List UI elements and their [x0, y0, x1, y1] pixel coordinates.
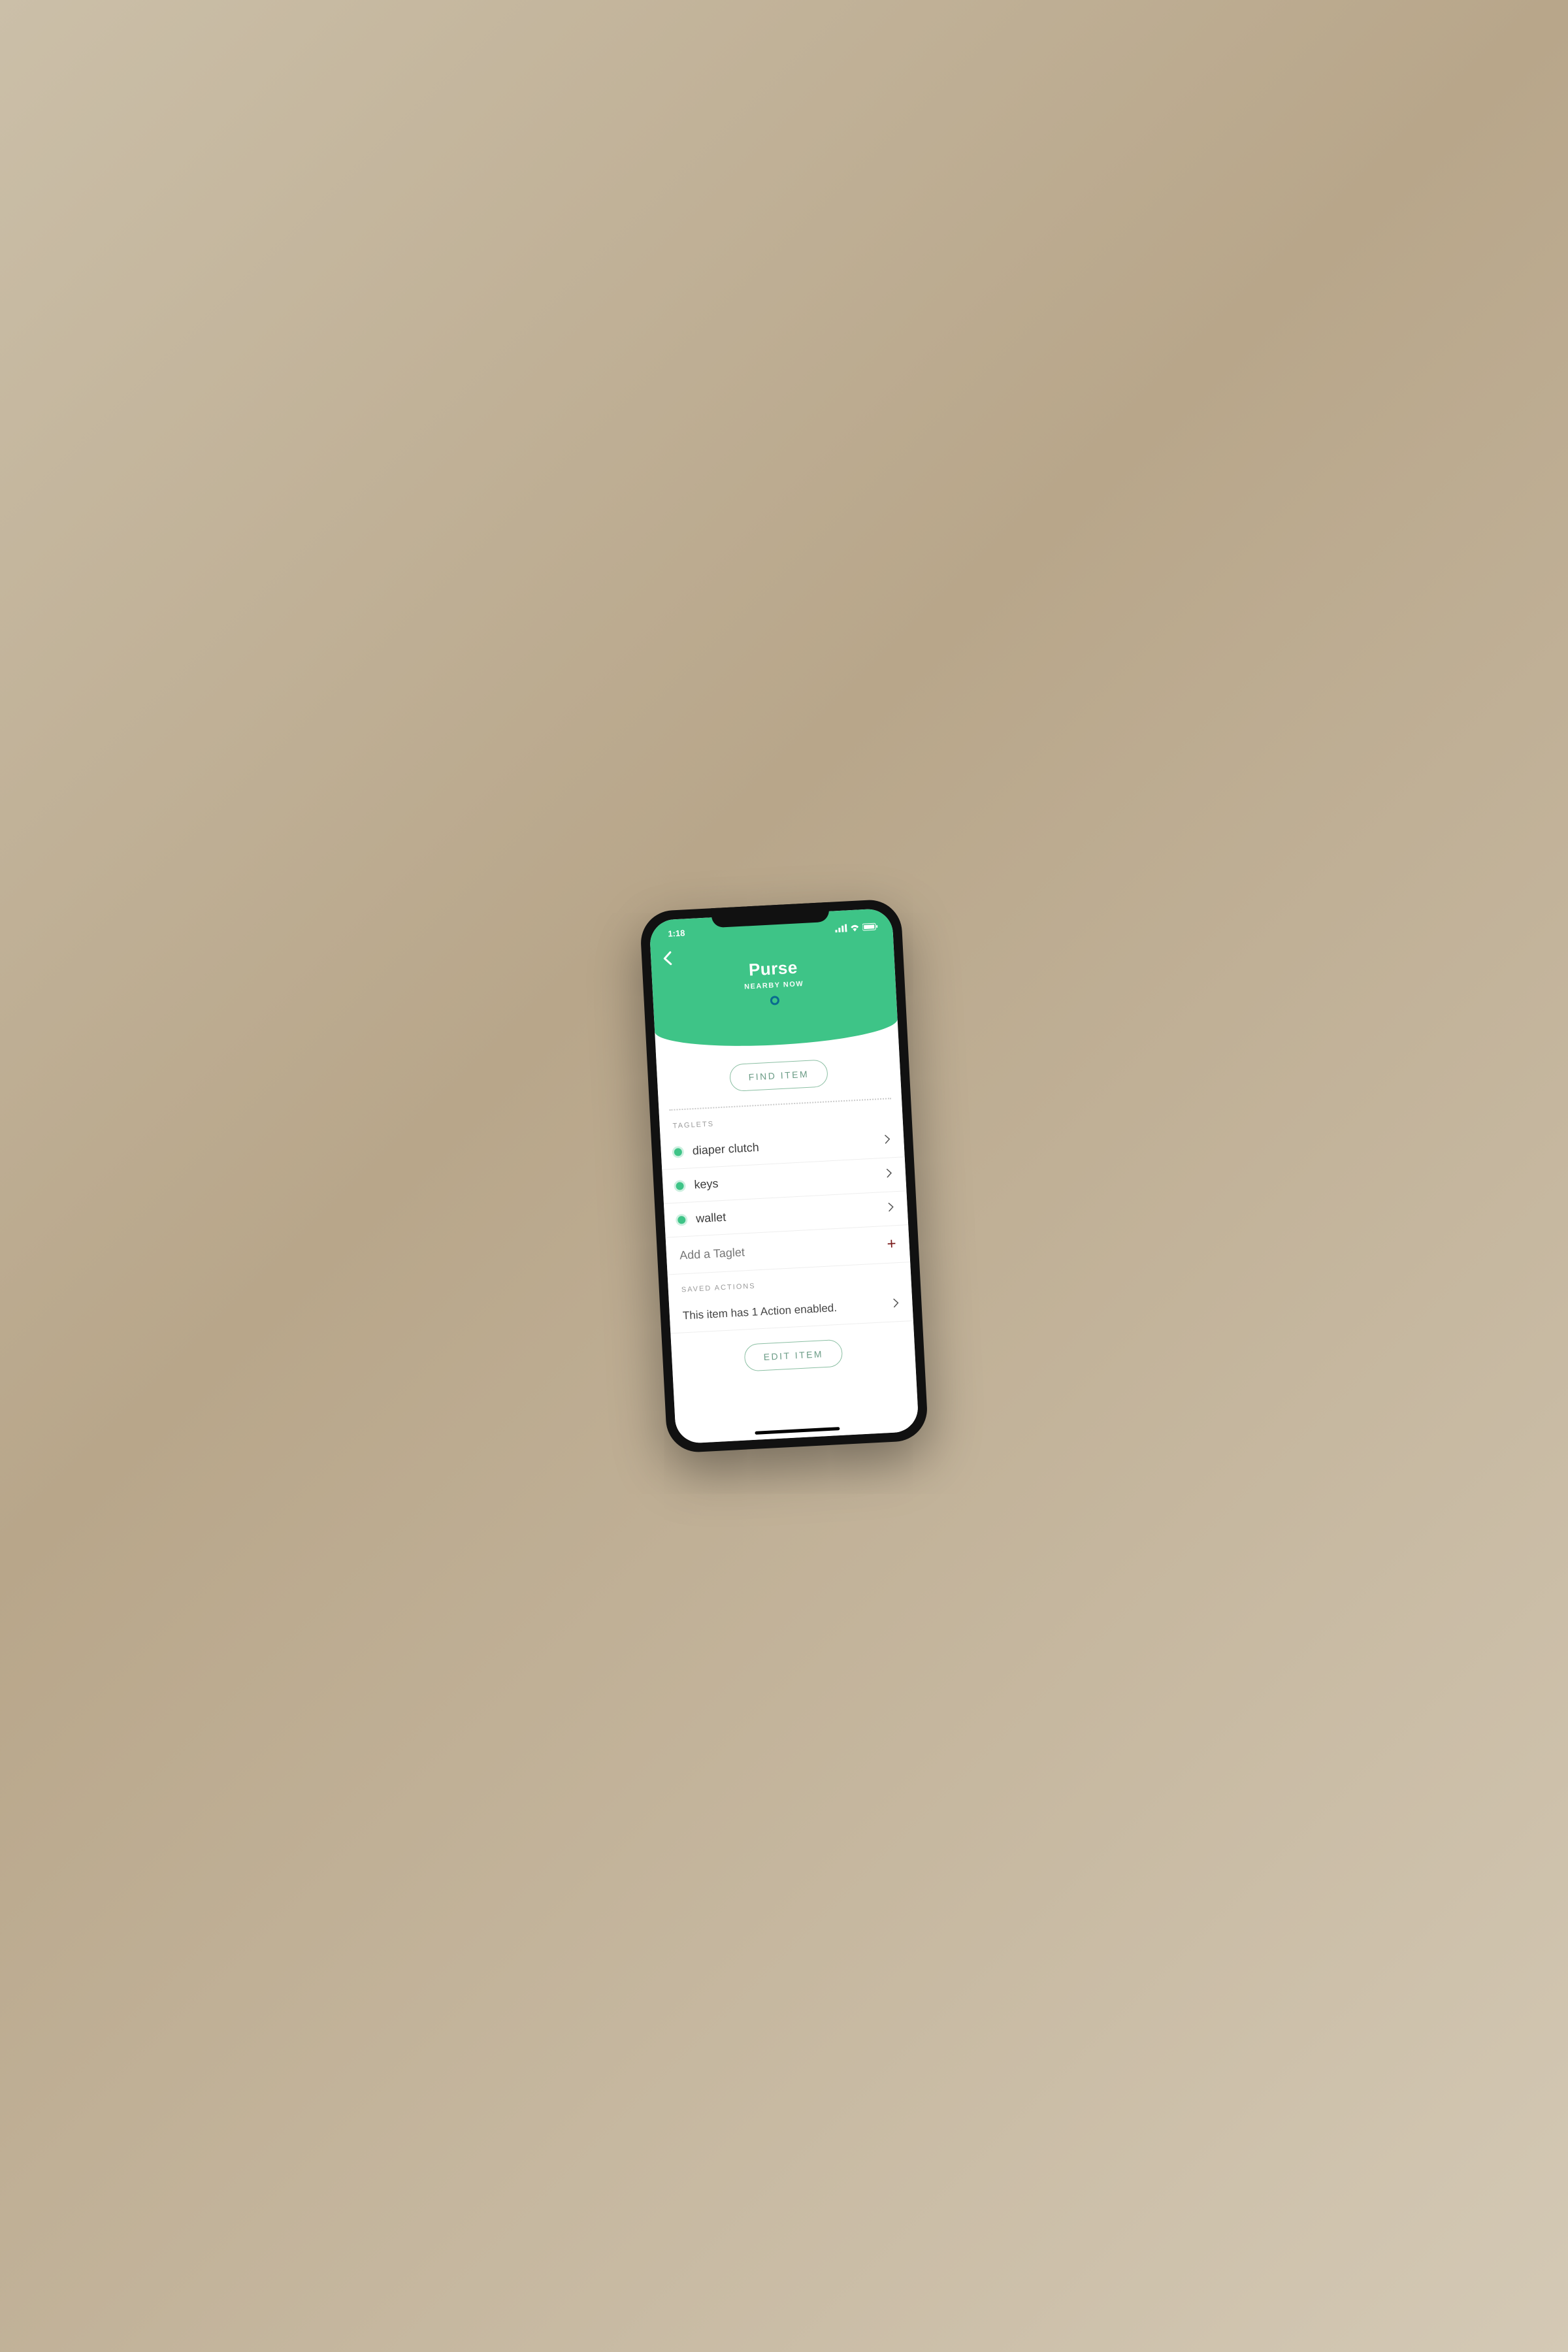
status-time: 1:18 [664, 928, 685, 947]
wifi-icon [849, 923, 860, 934]
status-ring-icon [770, 996, 780, 1005]
saved-actions-text: This item has 1 Action enabled. [682, 1298, 893, 1322]
battery-icon [862, 922, 879, 932]
signal-icon [835, 924, 847, 934]
screen: 1:18 Purse NEARBY NOW [649, 908, 919, 1444]
find-item-button[interactable]: FIND ITEM [729, 1059, 828, 1092]
chevron-right-icon [886, 1167, 893, 1182]
status-dot-icon [676, 1182, 684, 1190]
status-dot-icon [678, 1215, 686, 1224]
chevron-right-icon [887, 1201, 894, 1216]
header: 1:18 Purse NEARBY NOW [649, 908, 898, 1051]
content: FIND ITEM TAGLETS diaper clutch keys [656, 1039, 919, 1445]
status-dot-icon [674, 1148, 683, 1156]
back-button[interactable] [662, 951, 672, 969]
edit-item-button[interactable]: EDIT ITEM [744, 1339, 843, 1372]
taglet-name: wallet [696, 1202, 889, 1226]
header-title-block: Purse NEARBY NOW [651, 953, 896, 1011]
taglet-name: keys [694, 1168, 887, 1192]
plus-icon: + [887, 1235, 896, 1254]
chevron-left-icon [662, 951, 672, 966]
status-indicators [835, 918, 879, 938]
chevron-right-icon [884, 1133, 891, 1148]
add-taglet-label: Add a Taglet [679, 1237, 888, 1262]
taglet-name: diaper clutch [692, 1134, 885, 1158]
phone-frame: 1:18 Purse NEARBY NOW [640, 898, 929, 1454]
chevron-right-icon [892, 1297, 900, 1312]
